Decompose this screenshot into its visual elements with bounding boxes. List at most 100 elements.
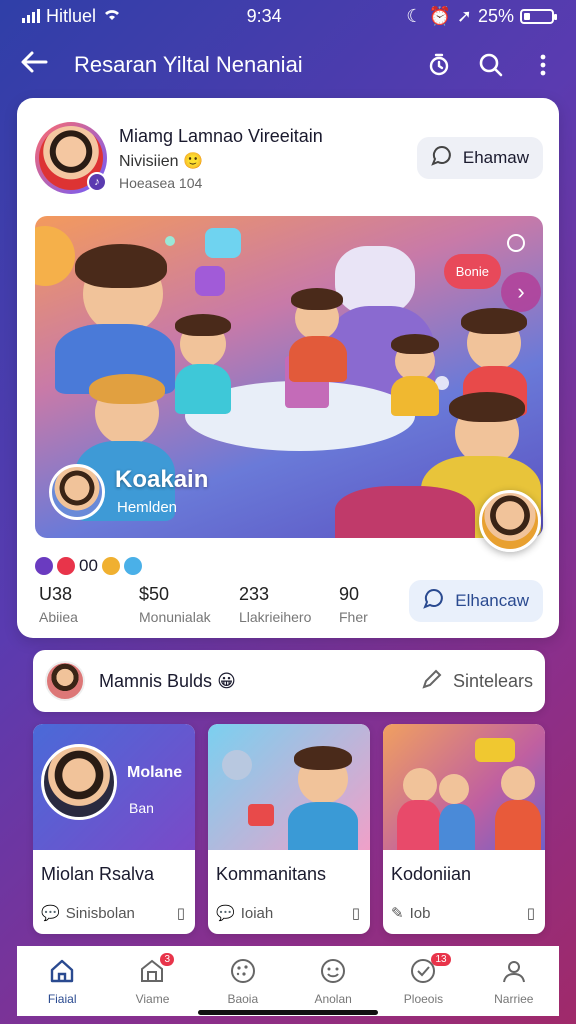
care-reaction-icon — [123, 557, 142, 575]
emoji-icon: 😀 — [217, 670, 236, 691]
author-name[interactable]: Miamg Lamnao Vireeitain — [119, 126, 417, 147]
signal-icon — [22, 9, 40, 23]
stat-value: 233 — [239, 584, 270, 604]
chat-icon: 💬 — [41, 905, 60, 922]
verified-badge-icon: ♪ — [87, 172, 107, 192]
chevron-right-icon[interactable]: › — [501, 272, 541, 312]
settings-dot-icon[interactable] — [507, 234, 525, 252]
carrier-name: Hitluel — [46, 5, 97, 26]
hero-subtitle: Hemlden — [117, 499, 178, 516]
notification-badge: 3 — [160, 952, 175, 966]
chat-bubble-icon — [431, 145, 453, 172]
bookmark-icon[interactable]: ▯ — [352, 904, 360, 922]
author-avatar[interactable]: ♪ — [35, 122, 107, 194]
person-icon — [500, 957, 528, 988]
hero-avatar[interactable] — [49, 464, 105, 520]
tile-foot-label: Ioiah — [240, 904, 274, 922]
cookie-icon — [229, 957, 257, 988]
stat-label: Monunialak — [139, 609, 211, 625]
post-hero-image[interactable]: Bonie › Koakain Hemlden — [35, 216, 543, 538]
smile-emoji-icon: 🙂 — [183, 152, 203, 170]
friends-section-header[interactable]: Mamnis Bulds 😀 Sintelears — [33, 650, 545, 712]
moon-icon: ☾ — [406, 5, 423, 26]
stat-value: $50 — [139, 584, 170, 604]
nav-label: Narriee — [494, 991, 534, 1006]
tile-title: Kodoniian — [391, 864, 472, 884]
location-icon: ➚ — [456, 5, 472, 26]
status-time: 9:34 — [246, 5, 282, 26]
speech-bubble: Bonie — [443, 254, 501, 289]
stat-label: Abiiea — [39, 609, 78, 625]
page-title: Resaran Yiltal Nenaniai — [74, 52, 303, 77]
like-reaction-icon — [35, 557, 53, 575]
nav-item-profile[interactable]: Narriee — [474, 957, 554, 1006]
love-reaction-icon — [57, 557, 75, 575]
reactions-row[interactable]: 00 — [35, 556, 142, 576]
smile-icon — [319, 957, 347, 988]
stat-value: U38 — [39, 584, 73, 604]
battery-fill — [523, 12, 531, 20]
nav-label: Fiaial — [47, 991, 77, 1006]
bookmark-icon[interactable]: ▯ — [177, 904, 185, 922]
message-button[interactable]: Elhancaw — [409, 580, 543, 622]
search-icon[interactable] — [478, 52, 504, 78]
tile-badge-title: Molane — [127, 764, 183, 781]
nav-item-explore[interactable]: Baoia — [203, 957, 283, 1006]
friends-action-label: Sintelears — [452, 670, 533, 691]
tile-badge-subtitle: Ban — [129, 800, 154, 816]
share-icon: ✎ — [391, 905, 404, 922]
status-bar: Hitluel 9:34 ☾ ⏰ ➚ 25% — [0, 0, 576, 32]
wifi-icon — [102, 6, 122, 27]
friends-avatar — [45, 661, 85, 701]
post-meta: Hoeasea 104 — [119, 174, 203, 191]
tile-title: Miolan Rsalva — [41, 864, 155, 884]
stat-label: Llakrieihero — [239, 609, 312, 625]
home-indicator[interactable] — [198, 1010, 378, 1015]
notification-badge: 13 — [431, 952, 451, 966]
content-tile[interactable]: Kodoniian ✎ Iob ▯ — [383, 724, 545, 934]
nav-item-home[interactable]: Fiaial — [22, 957, 102, 1006]
wow-reaction-icon — [101, 557, 120, 575]
back-arrow-icon[interactable] — [20, 48, 60, 82]
chat-bubble-icon — [423, 588, 445, 615]
stat-item[interactable]: 233 Llakrieihero — [239, 584, 339, 625]
content-tiles: Molane Ban Miolan Rsalva 💬 Sinisbolan ▯ K… — [33, 724, 545, 934]
nav-label: Anolan — [314, 991, 352, 1006]
author-subtitle: Nivisiien — [119, 152, 179, 170]
content-tile[interactable]: Molane Ban Miolan Rsalva 💬 Sinisbolan ▯ — [33, 724, 195, 934]
home-icon — [48, 957, 76, 988]
friends-action-button[interactable]: Sintelears — [421, 668, 533, 695]
nav-item-store[interactable]: 3 Viame — [112, 952, 192, 1006]
more-vertical-icon[interactable] — [530, 52, 556, 78]
nav-label: Viame — [135, 991, 170, 1006]
post-card: ♪ Miamg Lamnao Vireeitain Nivisiien 🙂 Ho… — [17, 98, 559, 638]
bookmark-icon[interactable]: ▯ — [527, 904, 535, 922]
comment-button-label: Ehamaw — [462, 148, 529, 167]
reaction-count: 00 — [79, 556, 98, 575]
floating-avatar[interactable] — [479, 490, 541, 552]
app-bar: Resaran Yiltal Nenaniai — [0, 32, 576, 98]
battery-icon — [519, 8, 557, 24]
nav-item-notifications[interactable]: 13 Ploeois — [383, 952, 463, 1006]
tile-foot-label: Iob — [409, 904, 431, 922]
history-icon[interactable] — [426, 52, 452, 78]
tile-foot-label: Sinisbolan — [65, 904, 135, 922]
post-header: ♪ Miamg Lamnao Vireeitain Nivisiien 🙂 Ho… — [35, 120, 543, 196]
tile-title: Kommanitans — [216, 864, 327, 884]
nav-label: Ploeois — [403, 991, 444, 1006]
stat-item[interactable]: U38 Abiiea — [39, 584, 139, 625]
content-tile[interactable]: Kommanitans 💬 Ioiah ▯ — [208, 724, 370, 934]
chat-icon: 💬 — [216, 905, 235, 922]
message-button-label: Elhancaw — [455, 591, 529, 610]
friends-title: Mamnis Bulds — [99, 670, 213, 691]
pen-icon — [421, 668, 443, 695]
nav-label: Baoia — [227, 991, 259, 1006]
alarm-icon: ⏰ — [428, 5, 451, 26]
hero-title: Koakain — [115, 466, 209, 493]
post-stats: U38 Abiiea $50 Monunialak 233 Llakrieihe… — [39, 584, 439, 625]
stat-item[interactable]: $50 Monunialak — [139, 584, 239, 625]
comment-button[interactable]: Ehamaw — [416, 137, 543, 179]
battery-percent: 25% — [477, 5, 514, 26]
bottom-navigation: Fiaial 3 Viame Baoia Anolan 13 Ploeois N… — [17, 946, 559, 1016]
nav-item-mood[interactable]: Anolan — [293, 957, 373, 1006]
